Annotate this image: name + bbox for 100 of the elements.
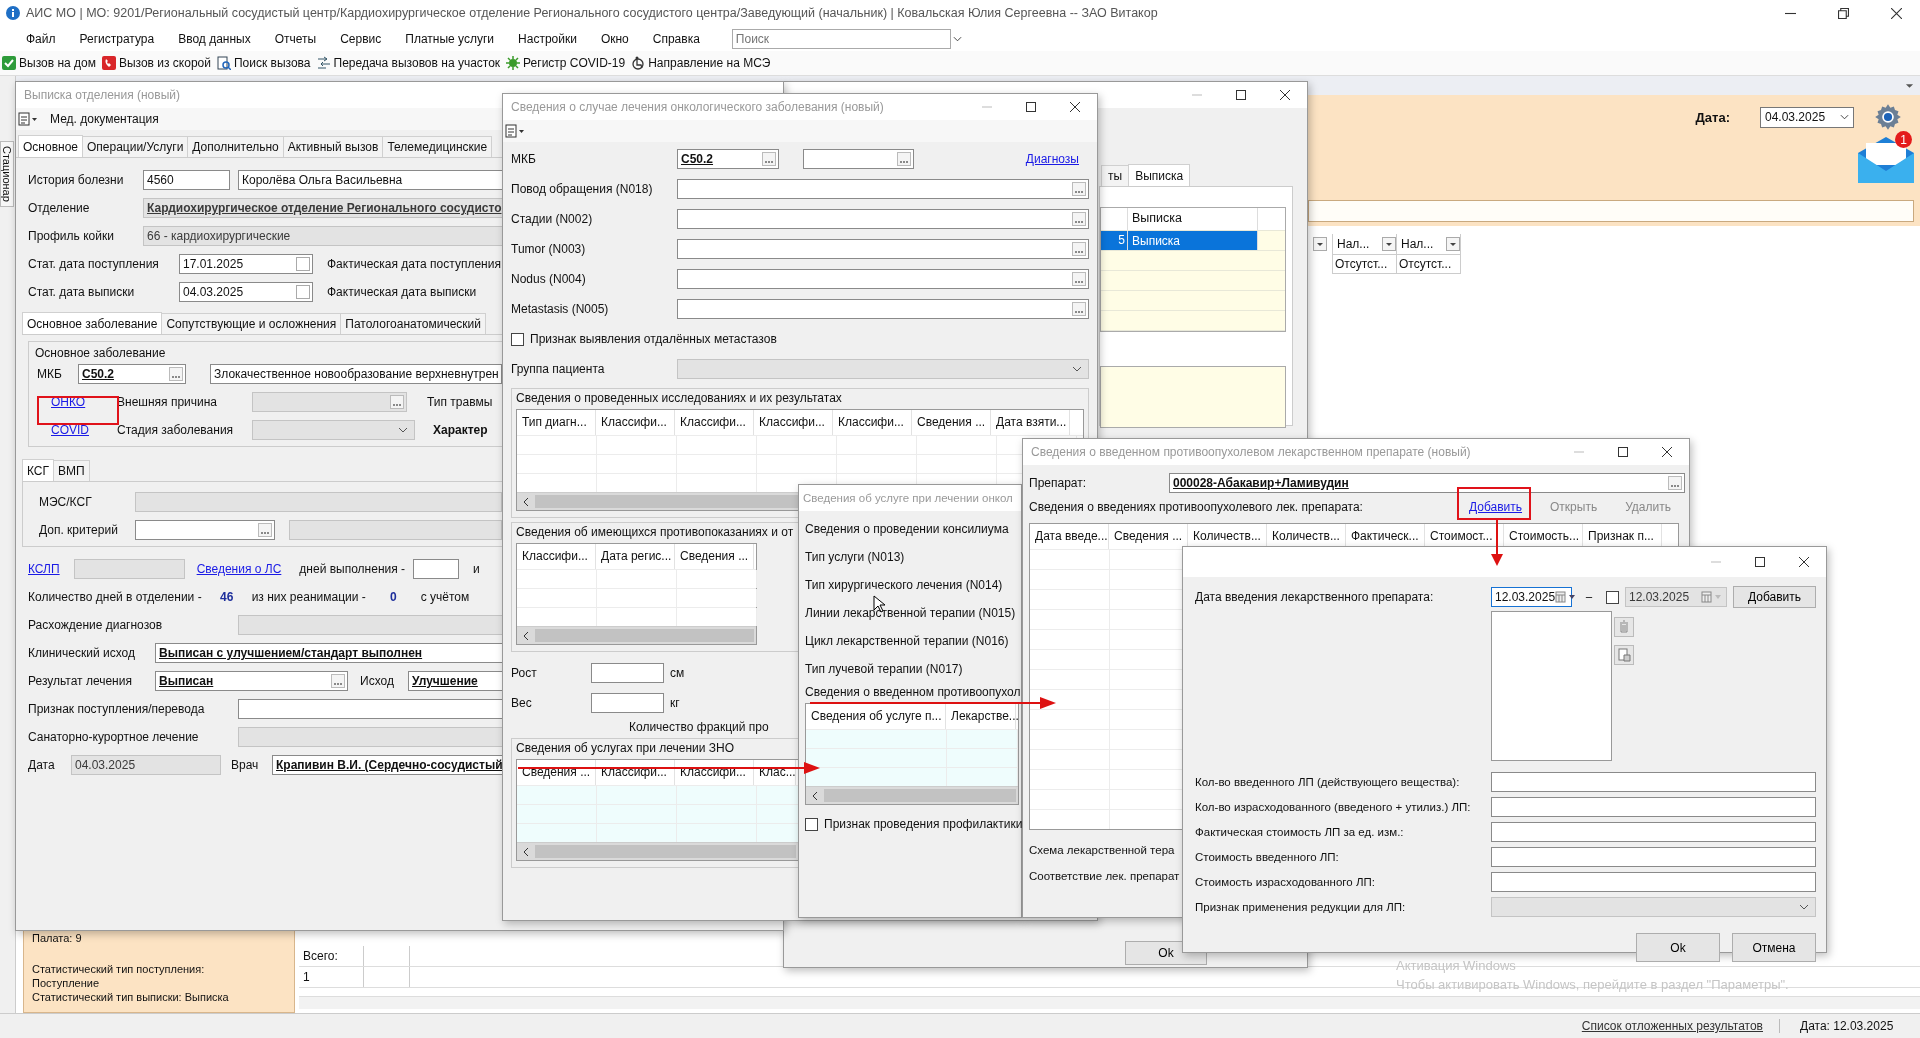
search-field[interactable]: Поиск (731, 28, 951, 49)
menu-item[interactable]: Окно (588, 31, 641, 46)
column-header[interactable]: Сведения ... (912, 410, 991, 435)
browse-button[interactable] (1072, 212, 1086, 226)
input-field[interactable] (677, 239, 1089, 259)
side-tab[interactable]: Стационар (0, 141, 14, 207)
input-field[interactable] (677, 269, 1089, 289)
menu-item[interactable]: Справка (640, 31, 712, 46)
caret-icon[interactable] (1840, 114, 1849, 120)
table-cell[interactable]: Выписка (1127, 231, 1258, 250)
tab[interactable]: Выписка (1128, 164, 1191, 186)
input-field[interactable]: Королёва Ольга Васильевна (238, 170, 503, 190)
toolbar-button[interactable]: Направление на МСЭ (631, 56, 771, 70)
mail-icon[interactable] (1858, 137, 1914, 183)
input-field[interactable] (803, 149, 914, 169)
toolbar-button[interactable]: Передача вызовов на участок (316, 56, 501, 70)
toolbar-button[interactable]: Регистр COVID-19 (506, 56, 626, 70)
menu-item[interactable]: Сервис (328, 31, 394, 46)
maximize-button[interactable] (1618, 447, 1628, 457)
tab[interactable]: Дополнительно (187, 136, 284, 157)
menu-item[interactable]: Регистратура (67, 31, 167, 46)
calendar-button[interactable] (296, 285, 310, 299)
input-field[interactable]: Выписан с улучшением/стандарт выполнен (155, 643, 503, 663)
input-field[interactable]: Выписан (155, 671, 348, 691)
input-field[interactable] (238, 699, 503, 719)
clipboard-icon[interactable] (1614, 645, 1634, 665)
tab[interactable]: Основное (18, 135, 83, 157)
tab[interactable]: Телемедицинские (382, 136, 493, 157)
column-header[interactable]: Классифи... (754, 410, 833, 435)
tab[interactable]: ты (1101, 165, 1130, 186)
browse-button[interactable] (1072, 242, 1086, 256)
tab[interactable]: Сопутствующие и осложнения (161, 313, 342, 334)
input-field[interactable]: 000028-Абакавир+Ламивудин (1169, 473, 1685, 493)
column-header[interactable]: Дата взяти... (991, 410, 1070, 435)
column-header[interactable]: Классифи... (675, 410, 754, 435)
filter-button[interactable] (1313, 237, 1327, 251)
close-button[interactable] (1799, 557, 1809, 567)
menu-item[interactable]: Ввод данных (166, 31, 263, 46)
filter-button[interactable] (1382, 237, 1396, 251)
browse-button[interactable] (762, 152, 776, 166)
settings-icon[interactable] (1874, 103, 1902, 131)
input-field[interactable] (677, 179, 1089, 199)
maximize-button[interactable] (1755, 557, 1765, 567)
arrow-left-icon[interactable] (523, 496, 529, 507)
browse-button[interactable] (1668, 476, 1682, 490)
link[interactable]: Добавить (1469, 500, 1523, 514)
filter-button[interactable] (1446, 237, 1460, 251)
browse-button[interactable] (331, 674, 345, 688)
tab[interactable]: КСГ (22, 459, 55, 481)
tab[interactable]: ВМП (53, 460, 90, 481)
input-field[interactable] (1491, 871, 1816, 892)
input-field[interactable]: 4560 (143, 170, 230, 190)
checkbox[interactable] (805, 817, 818, 831)
cancel-button[interactable]: Отмена (1732, 933, 1816, 962)
input-field[interactable]: C50.2 (677, 149, 779, 169)
tab[interactable]: Операции/Услуги (82, 136, 189, 157)
date-field[interactable]: 04.03.2025 (179, 282, 313, 302)
link[interactable]: Список отложенных результатов (1565, 1019, 1780, 1033)
menu-item[interactable]: Настройки (506, 31, 589, 46)
restore-button[interactable] (1838, 7, 1849, 19)
input-field[interactable] (1491, 821, 1816, 842)
menu-item[interactable]: Отчеты (262, 31, 329, 46)
input-field[interactable] (591, 693, 664, 713)
checkbox[interactable] (511, 332, 524, 346)
calendar-icon[interactable] (1555, 591, 1578, 603)
ok-button[interactable]: Ok (1636, 933, 1720, 962)
browse-button[interactable] (1072, 182, 1086, 196)
input-field[interactable]: Улучшение (408, 671, 503, 691)
toolbar-button[interactable]: Вызов на дом (2, 56, 96, 70)
browse-button[interactable] (258, 523, 272, 537)
menu-item[interactable]: Мед. документация (38, 112, 171, 126)
date-field[interactable]: 17.01.2025 (179, 254, 313, 274)
filter-field[interactable] (1308, 200, 1914, 222)
close-button[interactable] (1891, 7, 1902, 19)
column-header[interactable]: Классифи... (517, 544, 596, 569)
date-field[interactable]: 12.03.2025 (1491, 587, 1572, 607)
arrow-left-icon[interactable] (523, 846, 529, 857)
document-icon[interactable] (18, 112, 38, 126)
input-field[interactable]: Крапивин В.И. (Сердечно-сосудистый (272, 755, 503, 775)
arrow-left-icon[interactable] (523, 630, 529, 641)
column-header[interactable]: Дата регис... (596, 544, 675, 569)
toolbar-button[interactable]: Поиск вызова (217, 56, 311, 70)
caret-icon[interactable] (1905, 82, 1914, 89)
input-field[interactable] (677, 299, 1089, 319)
calendar-button[interactable] (296, 257, 310, 271)
table-cell[interactable]: 5 (1101, 231, 1127, 250)
column-header[interactable]: Тип диагн... (517, 410, 596, 435)
checkbox[interactable] (1606, 590, 1619, 604)
column-header[interactable]: Нал... (1401, 237, 1434, 251)
input-field[interactable] (677, 209, 1089, 229)
add-button[interactable]: Добавить (1732, 586, 1816, 608)
maximize-button[interactable] (1026, 102, 1036, 112)
link[interactable]: Диагнозы (1025, 152, 1079, 166)
document-icon[interactable] (505, 124, 525, 138)
caret-icon[interactable] (952, 35, 962, 42)
input-field[interactable] (591, 663, 664, 683)
link[interactable]: КСЛП (28, 562, 60, 576)
maximize-button[interactable] (1236, 90, 1246, 100)
browse-button[interactable] (897, 152, 911, 166)
column-header[interactable]: Классифи... (596, 410, 675, 435)
